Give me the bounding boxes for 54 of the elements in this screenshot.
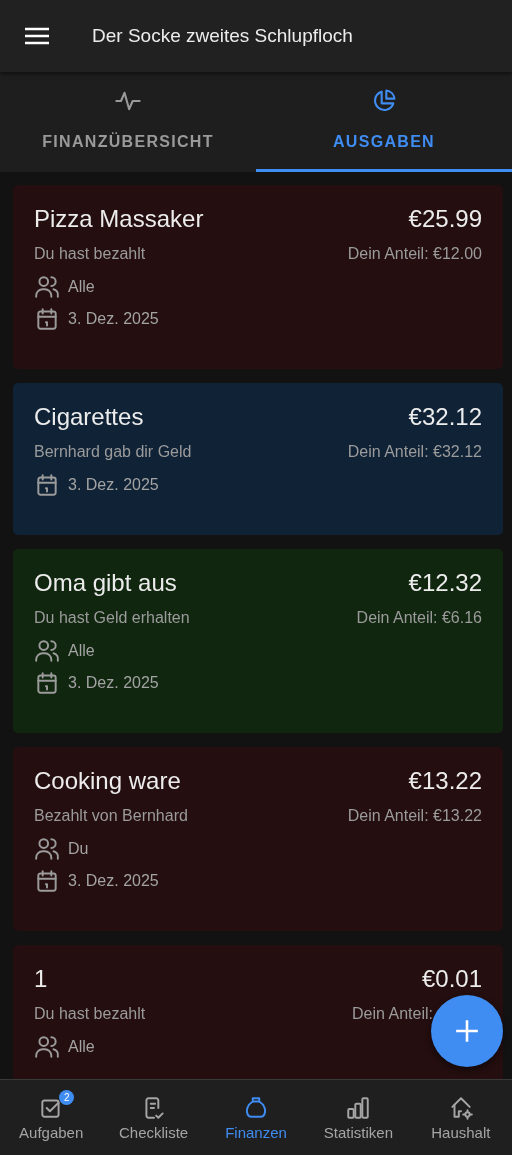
menu-button[interactable] (24, 26, 50, 46)
people-icon (34, 274, 60, 300)
tab[interactable]: AUSGABEN (256, 72, 512, 172)
expense-amount: €25.99 (408, 205, 482, 233)
nav-item[interactable]: Statistiken (307, 1080, 410, 1155)
expense-title: Cigarettes (34, 403, 144, 431)
nav-item[interactable]: Checkliste (102, 1080, 205, 1155)
expense-card[interactable]: Cigarettes €32.12 Bernhard gab dir Geld Dein Anteil: €32.12 3. Dez. 2025 (13, 383, 503, 535)
calendar-icon (34, 472, 60, 498)
plus-icon (454, 1018, 480, 1044)
expense-card[interactable]: Oma gibt aus €12.32 Du hast Geld erhalten Dein Anteil: €6.16 Alle 3. Dez. 2025 (13, 549, 503, 733)
expense-amount: €32.12 (408, 403, 482, 431)
calendar-icon (34, 670, 60, 696)
nav-item[interactable]: Finanzen (204, 1080, 308, 1155)
payer-text: Du hast bezahlt (34, 1005, 146, 1023)
date-text: 3. Dez. 2025 (68, 872, 159, 890)
count-badge: 2 (59, 1089, 75, 1105)
date-text: 3. Dez. 2025 (68, 674, 159, 692)
date-text: 3. Dez. 2025 (68, 310, 159, 328)
tab[interactable]: FINANZÜBERSICHT (0, 72, 256, 172)
payer-text: Bernhard gab dir Geld (34, 443, 192, 461)
expense-amount: €13.22 (408, 767, 482, 795)
money-bag-icon (243, 1094, 269, 1121)
expense-card[interactable]: Pizza Massaker €25.99 Du hast bezahlt Dein Anteil: €12.00 Alle 3. Dez. 2025 (13, 185, 503, 369)
participants-text: Alle (68, 1038, 95, 1056)
nav-item[interactable]: 2 Aufgaben (0, 1080, 103, 1155)
participants-text: Alle (68, 642, 95, 660)
expense-card[interactable]: 1 €0.01 Du hast bezahlt Dein Anteil: Alle (13, 945, 503, 1079)
participants-text: Alle (68, 278, 95, 296)
nav-item[interactable]: Haushalt (409, 1080, 512, 1155)
expense-title: Cooking ware (34, 767, 181, 795)
participants-text: Du (68, 840, 89, 858)
expense-amount: €12.32 (408, 569, 482, 597)
calendar-icon (34, 868, 60, 894)
calendar-icon (34, 306, 60, 332)
expense-amount: €0.01 (421, 965, 482, 993)
people-icon (34, 638, 60, 664)
payer-text: Bezahlt von Bernhard (34, 807, 188, 825)
payer-text: Du hast Geld erhalten (34, 609, 190, 627)
payer-text: Du hast bezahlt (34, 245, 146, 263)
expense-title: Pizza Massaker (34, 205, 204, 233)
date-text: 3. Dez. 2025 (68, 476, 159, 494)
people-icon (34, 836, 60, 862)
share-text: Dein Anteil: €32.12 (347, 443, 482, 461)
expense-card[interactable]: Cooking ware €13.22 Bezahlt von Bernhard Dein Anteil: €13.22 Du 3. Dez. 2025 (13, 747, 503, 931)
share-text: Dein Anteil: €6.16 (356, 609, 482, 627)
share-text: Dein Anteil: €12.00 (347, 245, 482, 263)
app-title: Der Socke zweites Schlupfloch (92, 25, 353, 47)
share-text: Dein Anteil: (352, 1005, 433, 1023)
expense-title: Oma gibt aus (34, 569, 177, 597)
people-icon (34, 1034, 60, 1060)
expense-title: 1 (34, 965, 48, 993)
share-text: Dein Anteil: €13.22 (347, 807, 482, 825)
bar-chart-icon (345, 1094, 372, 1121)
